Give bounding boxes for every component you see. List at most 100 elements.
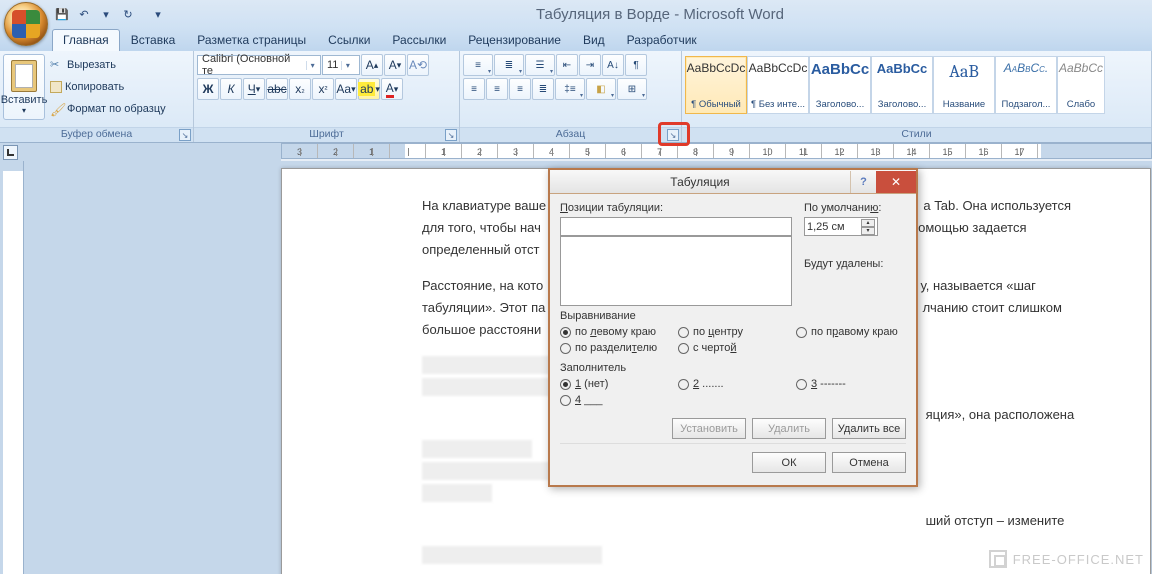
font-name-value: Calibri (Основной те: [202, 53, 303, 77]
numbering-button[interactable]: ≣▾: [494, 54, 524, 76]
copy-icon: [50, 81, 62, 93]
font-size-combo[interactable]: 11▾: [322, 55, 360, 75]
horizontal-ruler[interactable]: 3 2 1 1 2 3 4 5 6 7 8 9 10 11 12 13 14 1…: [281, 143, 1152, 159]
ruler-zone: 3 2 1 1 2 3 4 5 6 7 8 9 10 11 12 13 14 1…: [0, 143, 1152, 161]
tab-references[interactable]: Ссылки: [317, 29, 381, 51]
leader-group: 1 (нет) 2 ....... 3 ------- 4 ___: [560, 374, 906, 414]
tab-view[interactable]: Вид: [572, 29, 616, 51]
qat-dd-icon[interactable]: ▾: [96, 4, 116, 24]
style-subtle[interactable]: AaBbCc Слабо: [1057, 56, 1105, 114]
style-nospacing[interactable]: AaBbCcDc ¶ Без инте...: [747, 56, 809, 114]
leader-4-radio[interactable]: 4 ___: [560, 394, 660, 406]
clipboard-launcher-icon[interactable]: ↘: [179, 129, 191, 141]
borders-button[interactable]: ⊞▾: [617, 78, 647, 100]
spin-up-icon[interactable]: ▴: [861, 219, 875, 227]
style-title[interactable]: AaB Название: [933, 56, 995, 114]
shrink-font-button[interactable]: A▾: [384, 54, 406, 76]
bullets-button[interactable]: ≡▾: [463, 54, 493, 76]
show-marks-button[interactable]: ¶: [625, 54, 647, 76]
indent-dec-button[interactable]: ⇤: [556, 54, 578, 76]
justify-button[interactable]: ≣: [532, 78, 554, 100]
align-right-radio[interactable]: по правому краю: [796, 326, 898, 338]
leader-3-radio[interactable]: 3 -------: [796, 378, 896, 390]
sort-button[interactable]: A↓: [602, 54, 624, 76]
undo-icon[interactable]: ↶: [74, 4, 94, 24]
scissors-icon: ✂: [50, 58, 64, 72]
strike-button[interactable]: abc: [266, 78, 288, 100]
style-heading1[interactable]: AaBbCc Заголово...: [809, 56, 871, 114]
change-case-button[interactable]: Aa▾: [335, 78, 357, 100]
set-button[interactable]: Установить: [672, 418, 746, 439]
office-button[interactable]: [4, 2, 48, 46]
font-color-button[interactable]: A▾: [381, 78, 403, 100]
align-group: по левому краю по центру по правому краю…: [560, 322, 906, 362]
leader-legend: Заполнитель: [560, 362, 906, 374]
paste-button[interactable]: Вставить ▾: [3, 54, 45, 120]
align-center-button[interactable]: ≡: [486, 78, 508, 100]
window-title: Табуляция в Ворде - Microsoft Word: [168, 6, 1152, 23]
position-input[interactable]: [560, 217, 792, 236]
leader-2-radio[interactable]: 2 .......: [678, 378, 778, 390]
font-name-combo[interactable]: Calibri (Основной те▾: [197, 55, 321, 75]
watermark: FREE-OFFICE.NET: [989, 550, 1144, 568]
default-spin[interactable]: 1,25 см ▴▾: [804, 217, 878, 236]
tab-mailings[interactable]: Рассылки: [381, 29, 457, 51]
tab-layout[interactable]: Разметка страницы: [186, 29, 317, 51]
superscript-button[interactable]: x²: [312, 78, 334, 100]
tabs-dialog: Табуляция ? ✕ Позиции табуляции: По умол…: [548, 168, 918, 487]
underline-button[interactable]: Ч▾: [243, 78, 265, 100]
indent-inc-button[interactable]: ⇥: [579, 54, 601, 76]
styles-group-label: Стили: [682, 127, 1151, 142]
position-list[interactable]: [560, 236, 792, 306]
highlight-button[interactable]: ab▾: [358, 78, 380, 100]
tab-home[interactable]: Главная: [52, 29, 120, 51]
style-subtitle[interactable]: AaBbCc. Подзагол...: [995, 56, 1057, 114]
align-left-radio[interactable]: по левому краю: [560, 326, 660, 338]
qat-customize-icon[interactable]: ▾: [148, 4, 168, 24]
brush-icon: 🖌: [50, 102, 64, 116]
copy-button[interactable]: Копировать: [47, 76, 169, 98]
format-label: Формат по образцу: [67, 103, 166, 115]
shading-button[interactable]: ◧▾: [586, 78, 616, 100]
copy-label: Копировать: [65, 81, 124, 93]
cut-button[interactable]: ✂ Вырезать: [47, 54, 169, 76]
multilevel-button[interactable]: ☰▾: [525, 54, 555, 76]
close-button[interactable]: ✕: [876, 171, 916, 193]
tab-insert[interactable]: Вставка: [120, 29, 187, 51]
leader-1-radio[interactable]: 1 (нет): [560, 378, 660, 390]
style-normal[interactable]: AaBbCcDc ¶ Обычный: [685, 56, 747, 114]
align-decimal-radio[interactable]: по разделителю: [560, 342, 660, 354]
tab-review[interactable]: Рецензирование: [457, 29, 572, 51]
tab-developer[interactable]: Разработчик: [616, 29, 708, 51]
italic-button[interactable]: К: [220, 78, 242, 100]
windows-icon: [989, 550, 1007, 568]
clipboard-group-label: Буфер обмена ↘: [0, 127, 193, 142]
bold-button[interactable]: Ж: [197, 78, 219, 100]
ok-button[interactable]: ОК: [752, 452, 826, 473]
doc-text: ший отступ – измените: [422, 510, 1132, 532]
align-center-radio[interactable]: по центру: [678, 326, 778, 338]
format-painter-button[interactable]: 🖌 Формат по образцу: [47, 98, 169, 120]
delete-all-button[interactable]: Удалить все: [832, 418, 906, 439]
align-right-button[interactable]: ≡: [509, 78, 531, 100]
tab-selector[interactable]: [3, 145, 18, 160]
redo-icon[interactable]: ↻: [118, 4, 138, 24]
font-group-label: Шрифт ↘: [194, 127, 459, 142]
grow-font-button[interactable]: A▴: [361, 54, 383, 76]
delete-button[interactable]: Удалить: [752, 418, 826, 439]
clear-format-button[interactable]: A⟲: [407, 54, 429, 76]
paragraph-group-label: Абзац ↘: [460, 127, 681, 142]
align-bar-radio[interactable]: с чертой: [678, 342, 778, 354]
cancel-button[interactable]: Отмена: [832, 452, 906, 473]
font-launcher-icon[interactable]: ↘: [445, 129, 457, 141]
style-heading2[interactable]: AaBbCc Заголово...: [871, 56, 933, 114]
subscript-button[interactable]: x₂: [289, 78, 311, 100]
align-left-button[interactable]: ≡: [463, 78, 485, 100]
title-bar: 💾 ↶ ▾ ↻ ▾ Табуляция в Ворде - Microsoft …: [0, 0, 1152, 28]
clipboard-icon: [11, 60, 37, 92]
help-button[interactable]: ?: [850, 171, 876, 193]
save-icon[interactable]: 💾: [52, 4, 72, 24]
spin-down-icon[interactable]: ▾: [861, 227, 875, 235]
vertical-ruler[interactable]: [3, 161, 24, 574]
line-spacing-button[interactable]: ‡≡▾: [555, 78, 585, 100]
